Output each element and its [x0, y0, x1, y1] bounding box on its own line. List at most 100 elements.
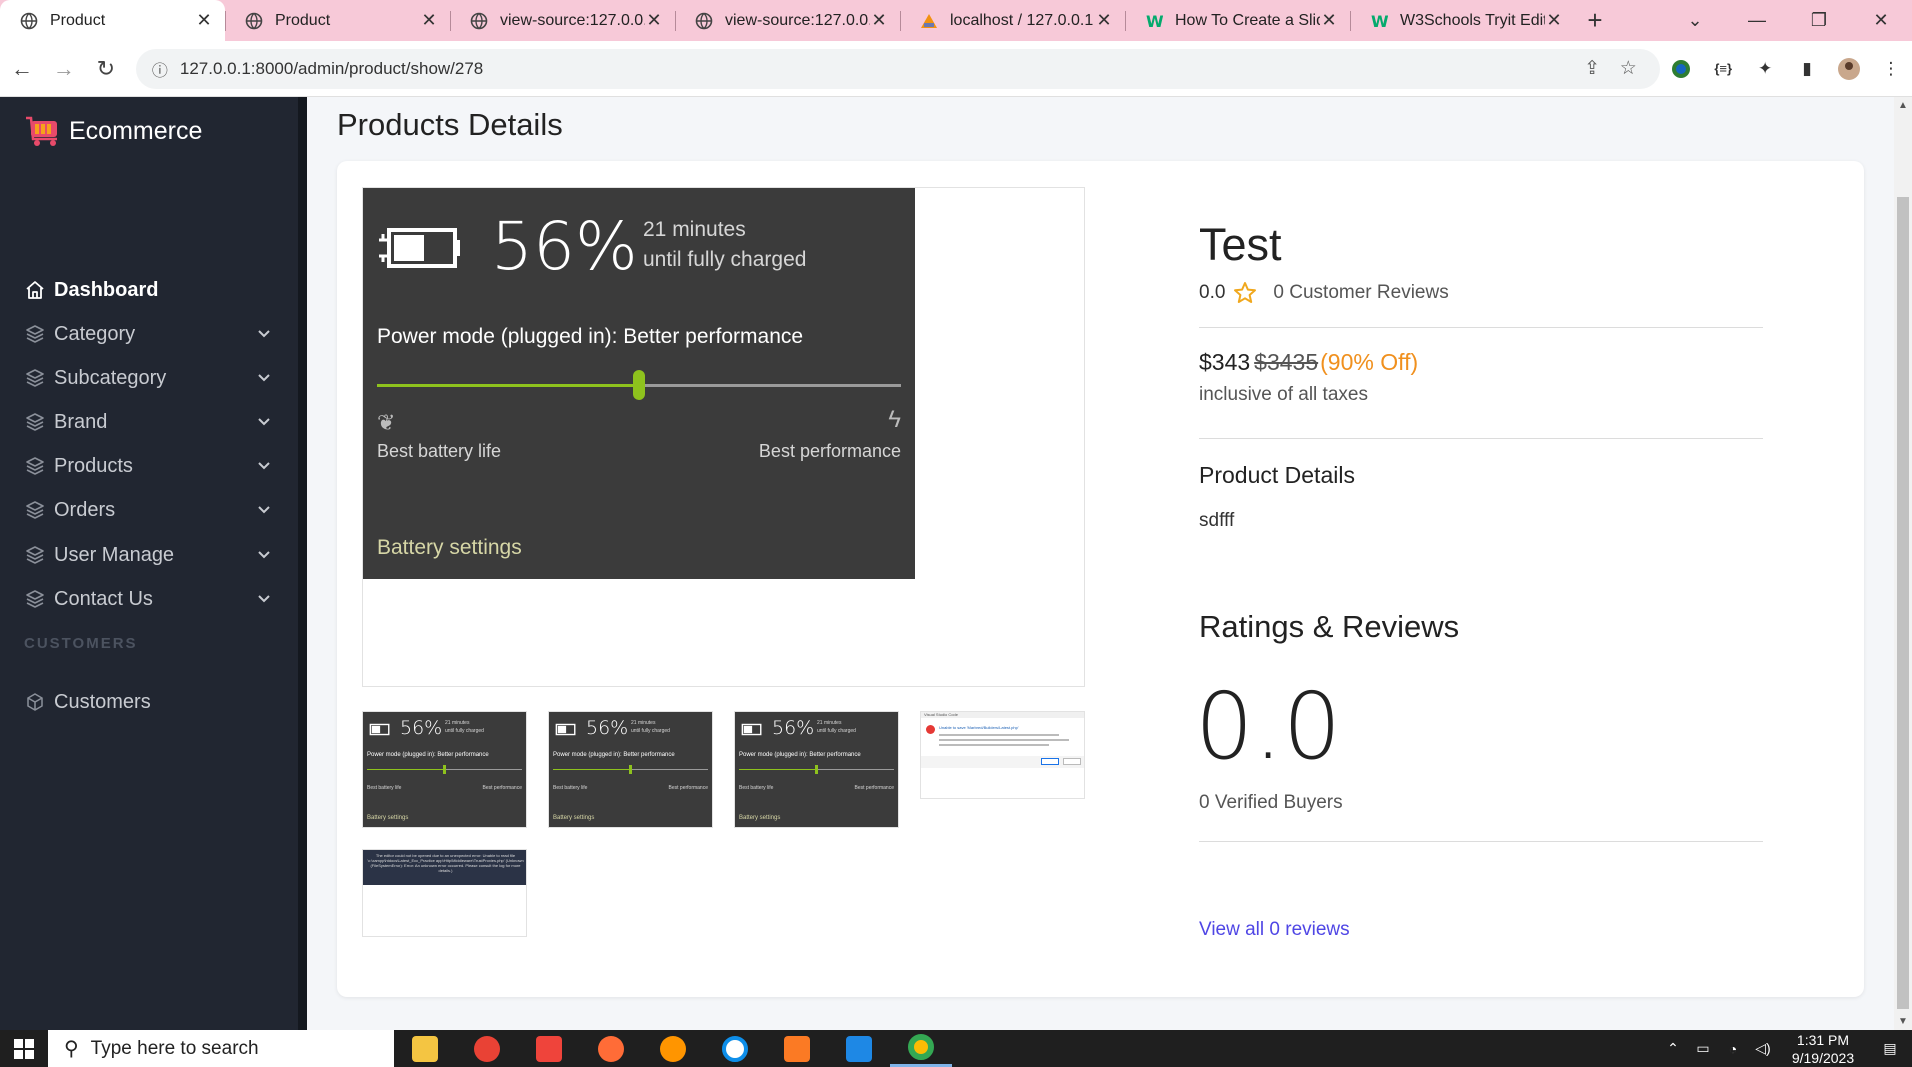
close-tab-icon[interactable]: ✕	[1545, 10, 1563, 31]
clock-time: 1:31 PM	[1796, 1031, 1850, 1048]
sidebar-item-contact-us[interactable]: Contact Us	[24, 581, 274, 617]
minimize-icon[interactable]: —	[1726, 0, 1788, 41]
browser-tab[interactable]: W W3Schools Tryit Edito ✕	[1350, 0, 1575, 41]
main-content: Products Details 56% 21 minutes until fu…	[307, 97, 1894, 1030]
brand-logo[interactable]: Ecommerce	[25, 115, 202, 147]
close-window-icon[interactable]: ✕	[1850, 0, 1912, 41]
site-info-icon[interactable]: ⓘ	[152, 57, 168, 81]
close-tab-icon[interactable]: ✕	[870, 10, 888, 31]
taskbar-firefox-icon[interactable]	[642, 1030, 704, 1067]
leaf-icon: ❦	[377, 410, 396, 435]
close-tab-icon[interactable]: ✕	[420, 10, 438, 31]
rating-summary: 0.0 0 Customer Reviews	[1199, 281, 1449, 305]
browser-tab[interactable]: localhost / 127.0.0.1 /✕	[900, 0, 1125, 41]
address-bar[interactable]: ⓘ 127.0.0.1:8000/admin/product/show/278 …	[135, 48, 1661, 89]
new-tab-icon[interactable]: +	[1575, 0, 1615, 41]
globe-icon	[20, 12, 38, 30]
main-product-image[interactable]: 56% 21 minutes until fully charged Power…	[362, 187, 1085, 687]
taskbar-xampp-icon[interactable]	[766, 1030, 828, 1067]
thumbnail-5[interactable]: The editor could not be opened due to an…	[362, 849, 527, 937]
taskbar-vscode-icon[interactable]	[828, 1030, 890, 1067]
taskbar-search-box[interactable]: ⚲ Type here to search	[48, 1030, 394, 1067]
battery-tray-icon[interactable]: ▭	[1688, 1040, 1718, 1057]
taskbar-chrome-active-icon[interactable]	[890, 1030, 952, 1067]
sidebar-item-category[interactable]: Category	[24, 316, 274, 352]
chevron-down-icon[interactable]	[254, 594, 274, 604]
close-tab-icon[interactable]: ✕	[1320, 10, 1338, 31]
browser-menu-icon[interactable]: ⋮	[1870, 49, 1912, 89]
battery-icon	[369, 723, 390, 736]
taskbar-anydesk-icon[interactable]	[518, 1030, 580, 1067]
sidebar-item-subcategory[interactable]: Subcategory	[24, 360, 274, 396]
browser-tab[interactable]: Product ✕	[225, 0, 450, 41]
chevron-down-icon[interactable]	[254, 417, 274, 427]
chevron-down-icon[interactable]	[254, 373, 274, 383]
forward-icon[interactable]: →	[44, 49, 84, 89]
json-extension-icon[interactable]: {≡}	[1702, 49, 1744, 89]
sidebar-item-customers[interactable]: Customers	[24, 684, 274, 720]
power-mode-text: Power mode (plugged in): Better performa…	[553, 752, 675, 758]
browser-tab[interactable]: view-source:127.0.0.1 ✕	[450, 0, 675, 41]
taskbar-chrome-icon[interactable]	[456, 1030, 518, 1067]
dialog-message: Unable to save 'Marbred/Builders/Latest.…	[939, 725, 1019, 730]
thumbnail-2[interactable]: 56% 21 minutes until fully charged Power mo…	[548, 711, 713, 828]
restore-icon[interactable]: ❐	[1788, 0, 1850, 41]
sidebar-item-orders[interactable]: Orders	[24, 492, 274, 528]
extension-globe-icon[interactable]	[1660, 49, 1702, 89]
thumbnail-4[interactable]: Visual Studio Code Unable to save 'Marbr…	[920, 711, 1085, 799]
close-tab-icon[interactable]: ✕	[195, 10, 213, 31]
taskbar-clock[interactable]: 1:31 PM 9/19/2023	[1778, 1031, 1868, 1067]
scroll-down-arrow[interactable]: ▼	[1894, 1016, 1912, 1027]
share-icon[interactable]: ⇪	[1574, 57, 1610, 80]
big-rating-value: 0.0	[1195, 673, 1342, 780]
sidebar-item-brand[interactable]: Brand	[24, 404, 274, 440]
divider	[1199, 841, 1763, 842]
browser-tab-label: view-source:127.0.0.1	[500, 11, 645, 29]
taskbar-teamviewer-icon[interactable]	[704, 1030, 766, 1067]
browser-tab[interactable]: W How To Create a Slid ✕	[1125, 0, 1350, 41]
windows-start-icon[interactable]	[0, 1030, 48, 1067]
sidebar-item-user-manage[interactable]: User Manage	[24, 537, 274, 573]
notifications-icon[interactable]: ▤	[1868, 1040, 1912, 1057]
wifi-icon[interactable]: ◔	[1718, 1041, 1748, 1057]
layers-icon	[24, 544, 46, 566]
windows-taskbar: ⚲ Type here to search ⌃ ▭ ◔ ◁) 1:31 PM 9…	[0, 1030, 1912, 1067]
view-all-reviews-link[interactable]: View all 0 reviews	[1199, 919, 1350, 941]
page-scrollbar[interactable]: ▲ ▼	[1894, 97, 1912, 1030]
tab-search-icon[interactable]: ⌄	[1664, 0, 1726, 41]
chevron-down-icon[interactable]	[254, 329, 274, 339]
side-panel-icon[interactable]: ▮	[1786, 49, 1828, 89]
thumbnail-1[interactable]: 56% 21 minutes until fully charged Power mo…	[362, 711, 527, 828]
browser-tab[interactable]: Product ✕	[0, 0, 225, 41]
scroll-up-arrow[interactable]: ▲	[1894, 100, 1912, 111]
taskbar-postman-icon[interactable]	[580, 1030, 642, 1067]
taskbar-file-explorer-icon[interactable]	[394, 1030, 456, 1067]
close-tab-icon[interactable]: ✕	[645, 10, 663, 31]
power-slider-thumb	[814, 765, 818, 774]
bookmark-star-icon[interactable]: ☆	[1610, 57, 1646, 80]
error-text: The editor could not be opened due to an…	[367, 853, 524, 873]
profile-avatar[interactable]	[1828, 49, 1870, 89]
power-slider-fill	[377, 384, 639, 387]
close-tab-icon[interactable]: ✕	[1095, 10, 1113, 31]
browser-tab-label: Product	[275, 11, 331, 29]
thumbnail-3[interactable]: 56% 21 minutes until fully charged Power mo…	[734, 711, 899, 828]
chevron-down-icon[interactable]	[254, 505, 274, 515]
url-text[interactable]: 127.0.0.1:8000/admin/product/show/278	[180, 59, 1574, 79]
reload-icon[interactable]: ↻	[86, 49, 126, 89]
chevron-down-icon[interactable]	[254, 550, 274, 560]
home-icon	[24, 279, 46, 301]
volume-icon[interactable]: ◁)	[1748, 1040, 1778, 1057]
browser-tab[interactable]: view-source:127.0.0.1 ✕	[675, 0, 900, 41]
extensions-puzzle-icon[interactable]: ✦	[1744, 49, 1786, 89]
sidebar-item-products[interactable]: Products	[24, 448, 274, 484]
current-price: $343	[1199, 349, 1251, 375]
charge-time-line1: 21 minutes	[817, 720, 842, 726]
scrollbar-thumb[interactable]	[1897, 197, 1909, 1009]
error-circle-icon	[926, 725, 935, 734]
chevron-down-icon[interactable]	[254, 461, 274, 471]
tray-chevron-icon[interactable]: ⌃	[1658, 1040, 1688, 1057]
back-icon[interactable]: ←	[2, 49, 42, 89]
charge-time-line1: 21 minutes	[631, 720, 656, 726]
sidebar-item-dashboard[interactable]: Dashboard	[24, 272, 274, 308]
